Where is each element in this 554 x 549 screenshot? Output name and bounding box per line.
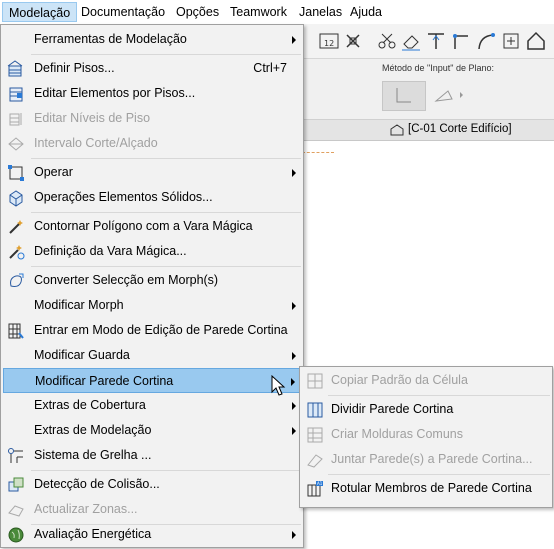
submenu-arrow-icon [292, 402, 296, 410]
mouse-cursor-icon [271, 375, 286, 396]
submenu-arrow-icon [292, 36, 296, 44]
common-frames-icon [307, 427, 323, 443]
story-levels-icon [9, 113, 22, 126]
curve-icon[interactable] [475, 30, 497, 52]
extend-icon[interactable] [425, 30, 447, 52]
menu-separator [31, 266, 301, 267]
solid-ops-icon [9, 190, 23, 207]
submenu-arrow-icon [292, 531, 296, 539]
menu-item-actualizar-zonas[interactable]: Actualizar Zonas... [3, 497, 301, 522]
submenu-item-criar-molduras[interactable]: Criar Molduras Comuns [302, 422, 550, 447]
menu-item-ferramentas-modelacao[interactable]: Ferramentas de Modelação [3, 27, 301, 52]
operate-icon [8, 165, 24, 181]
canvas-dashed-line [302, 152, 334, 153]
submenu-item-juntar-paredes[interactable]: Juntar Parede(s) a Parede Cortina... [302, 447, 550, 472]
menu-separator [328, 395, 550, 396]
section-view-icon [390, 124, 404, 136]
submenu-arrow-icon [292, 302, 296, 310]
curtain-wall-edit-icon [8, 323, 24, 339]
morph-icon [10, 273, 24, 287]
menu-item-definir-pisos[interactable]: Definir Pisos... Ctrl+7 [3, 56, 301, 81]
menu-item-definicao-vara-magica[interactable]: Definição da Vara Mágica... [3, 239, 301, 264]
submenu-item-dividir-parede-cortina[interactable]: Dividir Parede Cortina [302, 397, 550, 422]
edit-stories-icon [9, 87, 23, 102]
eraser-icon[interactable] [400, 30, 422, 52]
join-walls-icon [307, 454, 323, 468]
plane-options-icon[interactable] [432, 85, 468, 105]
svg-text:12: 12 [324, 39, 334, 48]
roof-icon[interactable] [525, 30, 547, 52]
menu-separator [31, 54, 301, 55]
svg-text:A1: A1 [317, 481, 323, 486]
scissors-icon[interactable] [376, 30, 398, 52]
view-tab-label[interactable]: [C-01 Corte Edifício] [408, 123, 512, 135]
menu-separator [31, 470, 301, 471]
magic-wand-settings-icon [9, 245, 25, 260]
plane-method-button[interactable] [382, 81, 426, 111]
info-box: Método de "Input" de Plano: [300, 59, 554, 120]
menu-separator [31, 158, 301, 159]
section-range-icon [8, 137, 24, 151]
grid-system-icon [8, 448, 23, 463]
label-members-icon: A1 [307, 481, 323, 497]
menu-item-modificar-morph[interactable]: Modificar Morph [3, 293, 301, 318]
globe-icon [8, 527, 24, 543]
menu-item-avaliacao-energetica[interactable]: Avaliação Energética [3, 522, 301, 547]
menu-separator [328, 474, 550, 475]
menu-item-extras-cobertura[interactable]: Extras de Cobertura [3, 393, 301, 418]
cross-icon[interactable] [342, 30, 364, 52]
submenu-arrow-icon [292, 352, 296, 360]
plane-method-label: Método de "Input" de Plano: [382, 63, 494, 73]
submenu-arrow-icon [292, 169, 296, 177]
menu-item-intervalo-corte-alcado[interactable]: Intervalo Corte/Alçado [3, 131, 301, 156]
menu-modelacao[interactable]: Modelação [2, 2, 78, 22]
submenu-item-rotular-membros[interactable]: A1 Rotular Membros de Parede Cortina [302, 476, 550, 501]
menu-item-edicao-parede-cortina[interactable]: Entrar em Modo de Edição de Parede Corti… [3, 318, 301, 343]
view-tab-bar: [C-01 Corte Edifício] [300, 120, 554, 141]
menu-opcoes[interactable]: Opções [170, 0, 225, 24]
menu-item-operar[interactable]: Operar [3, 160, 301, 185]
zones-icon [8, 505, 24, 517]
submenu-item-copiar-padrao[interactable]: Copiar Padrão da Célula [302, 368, 550, 393]
menu-item-modificar-guarda[interactable]: Modificar Guarda [3, 343, 301, 368]
collision-icon [8, 477, 24, 492]
menu-item-sistema-grelha[interactable]: Sistema de Grelha ... [3, 443, 301, 468]
menu-janelas[interactable]: Janelas [293, 0, 348, 24]
menu-item-operacoes-solidos[interactable]: Operações Elementos Sólidos... [3, 185, 301, 210]
menu-item-converter-morph[interactable]: Converter Selecção em Morph(s) [3, 268, 301, 293]
elevation-icon[interactable]: 12 [318, 30, 340, 52]
menu-bar: Modelação Documentação Opções Teamwork J… [0, 0, 554, 24]
menu-teamwork[interactable]: Teamwork [224, 0, 293, 24]
offset-icon[interactable] [500, 30, 522, 52]
modificar-parede-cortina-submenu: Copiar Padrão da Célula Dividir Parede C… [299, 366, 553, 508]
menu-item-deteccao-colisao[interactable]: Detecção de Colisão... [3, 472, 301, 497]
submenu-arrow-icon [292, 427, 296, 435]
magic-wand-icon [9, 220, 23, 234]
stories-icon [7, 60, 23, 77]
menu-item-editar-niveis-piso[interactable]: Editar Níveis de Piso [3, 106, 301, 131]
copy-pattern-icon [307, 373, 323, 389]
submenu-arrow-icon [291, 378, 295, 386]
menu-ajuda[interactable]: Ajuda [344, 0, 388, 24]
menu-item-modificar-parede-cortina[interactable]: Modificar Parede Cortina [3, 368, 301, 393]
menu-separator [31, 212, 301, 213]
menu-documentacao[interactable]: Documentação [75, 0, 171, 24]
modelacao-dropdown: Ferramentas de Modelação Definir Pisos..… [0, 24, 304, 548]
fillet-icon[interactable] [450, 30, 472, 52]
divide-curtain-wall-icon [307, 402, 323, 418]
menu-item-extras-modelacao[interactable]: Extras de Modelação [3, 418, 301, 443]
plane-angle-icon [396, 88, 411, 103]
menu-item-vara-magica[interactable]: Contornar Polígono com a Vara Mágica [3, 214, 301, 239]
menu-item-editar-elementos-pisos[interactable]: Editar Elementos por Pisos... [3, 81, 301, 106]
